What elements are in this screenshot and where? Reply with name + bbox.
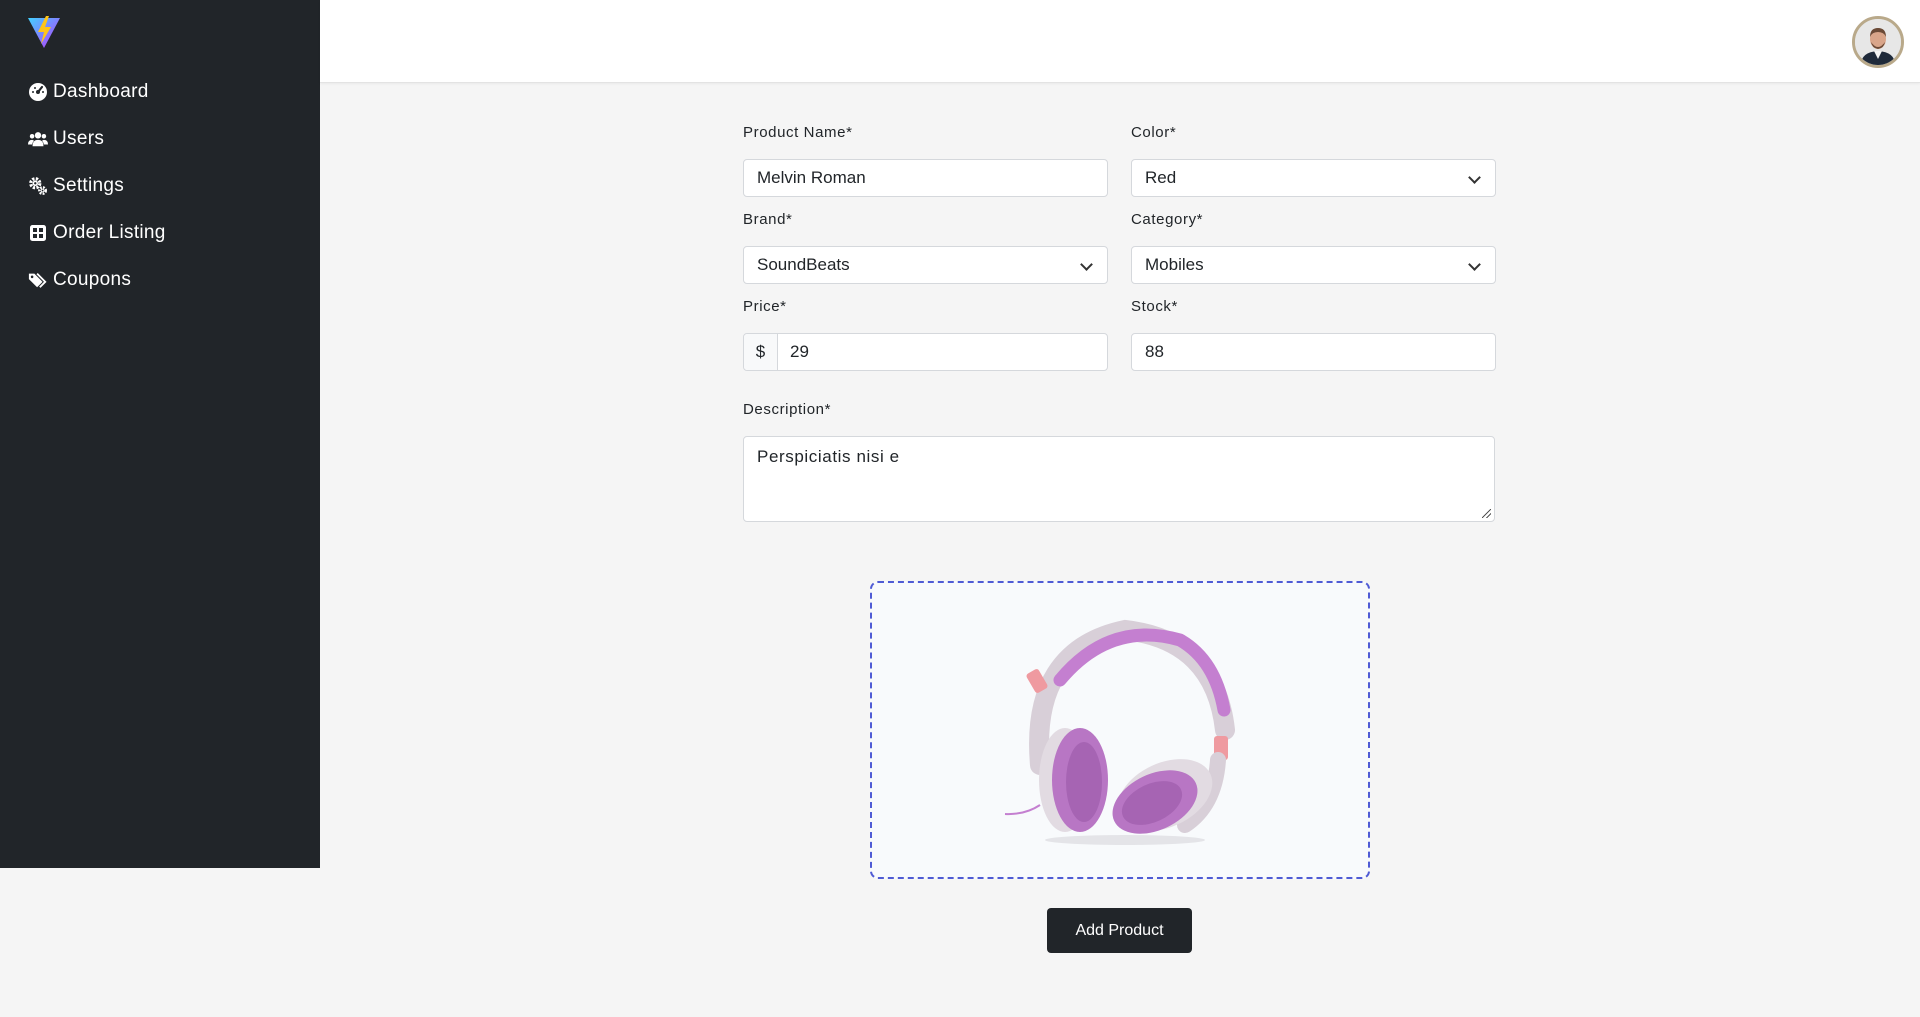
sidebar: Dashboard Users Settings Order Listing C… <box>0 0 320 868</box>
price-field: Price* $ 29 <box>743 298 1108 371</box>
logo-icon <box>28 16 60 48</box>
sidebar-nav: Dashboard Users Settings Order Listing C… <box>0 68 320 303</box>
description-textarea[interactable]: Perspiciatis nisi e <box>743 436 1495 522</box>
price-value: 29 <box>790 342 809 361</box>
color-label: Color* <box>1131 124 1177 141</box>
price-input[interactable]: $ 29 <box>743 333 1108 371</box>
category-label: Category* <box>1131 211 1204 228</box>
category-select-value: Mobiles <box>1145 255 1204 274</box>
color-select[interactable]: Red <box>1131 159 1496 197</box>
grid-icon <box>27 222 48 243</box>
currency-addon: $ <box>744 334 778 370</box>
brand-label: Brand* <box>743 211 793 228</box>
product-name-input[interactable]: Melvin Roman <box>743 159 1108 197</box>
sidebar-item-dashboard[interactable]: Dashboard <box>0 68 320 115</box>
description-field: Description* Perspiciatis nisi e <box>743 401 1495 522</box>
sidebar-item-label: Dashboard <box>53 80 149 102</box>
description-value: Perspiciatis nisi e <box>757 447 900 466</box>
add-product-button[interactable]: Add Product <box>1047 908 1192 953</box>
image-dropzone[interactable] <box>870 581 1370 879</box>
tags-icon <box>27 269 48 290</box>
color-field: Color* Red <box>1131 124 1496 197</box>
user-avatar[interactable] <box>1852 16 1904 68</box>
category-select[interactable]: Mobiles <box>1131 246 1496 284</box>
sidebar-item-label: Settings <box>53 174 125 196</box>
color-select-value: Red <box>1145 168 1177 187</box>
sidebar-item-order-listing[interactable]: Order Listing <box>0 209 320 256</box>
headphones-image-icon <box>1004 619 1235 845</box>
product-name-label: Product Name* <box>743 124 853 141</box>
sidebar-item-settings[interactable]: Settings <box>0 162 320 209</box>
dashboard-icon <box>27 81 48 102</box>
resize-handle-icon[interactable] <box>1482 509 1491 518</box>
sidebar-item-users[interactable]: Users <box>0 115 320 162</box>
price-label: Price* <box>743 298 787 315</box>
top-header <box>320 0 1920 83</box>
product-name-field: Product Name* Melvin Roman <box>743 124 1108 197</box>
gears-icon <box>27 175 48 196</box>
stock-field: Stock* 88 <box>1131 298 1496 371</box>
category-field: Category* Mobiles <box>1131 211 1496 284</box>
sidebar-item-coupons[interactable]: Coupons <box>0 256 320 303</box>
description-label: Description* <box>743 401 832 418</box>
sidebar-item-label: Coupons <box>53 268 132 290</box>
brand-logo[interactable] <box>26 14 62 50</box>
users-icon <box>27 128 48 149</box>
avatar-photo-icon <box>1855 19 1901 65</box>
brand-select-value: SoundBeats <box>757 255 850 274</box>
brand-field: Brand* SoundBeats <box>743 211 1108 284</box>
stock-input[interactable]: 88 <box>1131 333 1496 371</box>
sidebar-item-label: Order Listing <box>53 221 166 243</box>
stock-label: Stock* <box>1131 298 1178 315</box>
brand-select[interactable]: SoundBeats <box>743 246 1108 284</box>
sidebar-item-label: Users <box>53 127 105 149</box>
